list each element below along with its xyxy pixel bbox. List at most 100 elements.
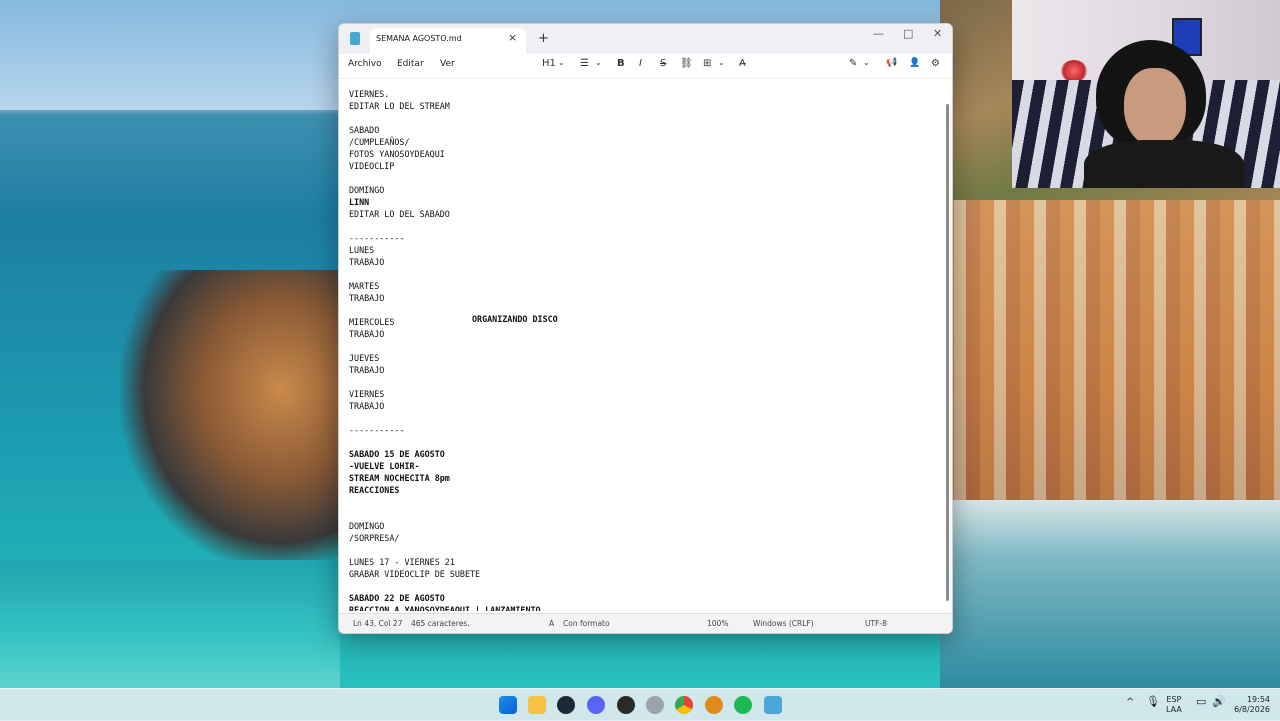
discord-icon[interactable] bbox=[587, 696, 605, 714]
chevron-down-icon[interactable]: ⌄ bbox=[558, 58, 565, 67]
network-icon[interactable]: ▭ bbox=[1196, 696, 1206, 707]
title-bar: SEMANA AGOSTO.md × + — □ ✕ bbox=[339, 24, 952, 54]
editor-line: TRABAJO bbox=[349, 293, 385, 303]
account-icon[interactable]: 👤 bbox=[909, 58, 920, 68]
table-icon[interactable]: ⊞ bbox=[703, 58, 711, 69]
editor-line: SABADO bbox=[349, 125, 380, 135]
format-mode-icon: A bbox=[549, 619, 555, 628]
side-note: ORGANIZANDO DISCO bbox=[472, 314, 558, 324]
editor-line: EDITAR LO DEL STREAM bbox=[349, 101, 450, 111]
chrome-icon[interactable] bbox=[675, 696, 693, 714]
copilot-icon[interactable]: ✎ bbox=[849, 58, 857, 69]
volume-icon[interactable]: 🔊 bbox=[1212, 696, 1226, 707]
link-icon[interactable]: ⛓ bbox=[680, 58, 693, 69]
encoding[interactable]: UTF-8 bbox=[865, 619, 887, 628]
spotify-icon[interactable] bbox=[734, 696, 752, 714]
editor-line: MIERCOLES bbox=[349, 317, 395, 327]
bold-button[interactable]: B bbox=[617, 58, 625, 69]
editor-line: TRABAJO bbox=[349, 401, 385, 411]
format-mode[interactable]: Con formato bbox=[563, 619, 610, 628]
vertical-scrollbar[interactable] bbox=[946, 104, 949, 601]
editor-line: TRABAJO bbox=[349, 365, 385, 375]
status-bar: Ln 43, Col 27 465 caracteres. A Con form… bbox=[339, 613, 952, 633]
menu-view[interactable]: Ver bbox=[440, 59, 455, 69]
editor-line: /CUMPLEAÑOS/ bbox=[349, 137, 410, 147]
webcam-red-light bbox=[1060, 60, 1088, 82]
new-tab-button[interactable]: + bbox=[538, 31, 549, 46]
editor-line: MARTES bbox=[349, 281, 380, 291]
editor-line: JUEVES bbox=[349, 353, 380, 363]
notepad-icon[interactable] bbox=[764, 696, 782, 714]
notepad-window: SEMANA AGOSTO.md × + — □ ✕ Archivo Edita… bbox=[338, 23, 953, 634]
editor-line: /SORPRESA/ bbox=[349, 533, 400, 543]
steam-icon[interactable] bbox=[557, 696, 575, 714]
wallpaper-sea-left bbox=[0, 560, 340, 690]
editor-line: LINN bbox=[349, 197, 370, 207]
browser-icon[interactable] bbox=[705, 696, 723, 714]
keyboard-layout: LAA bbox=[1166, 705, 1182, 714]
italic-button[interactable]: I bbox=[639, 58, 642, 69]
wallpaper-coast-left bbox=[120, 270, 350, 570]
editor-line: REACCIONES bbox=[349, 485, 400, 495]
language-indicator[interactable]: ESP LAA bbox=[1166, 695, 1182, 715]
chevron-down-icon[interactable]: ⌄ bbox=[718, 58, 725, 67]
menu-bar: Archivo Editar Ver H1 ⌄ ☰ ⌄ B I S ⛓ ⊞ ⌄ … bbox=[339, 54, 952, 79]
text-editor[interactable]: ORGANIZANDO DISCO VIERNES. EDITAR LO DEL … bbox=[339, 79, 945, 611]
notepad-app-icon bbox=[350, 32, 360, 45]
wallpaper-sea-right bbox=[940, 500, 1280, 690]
webcam-overlay bbox=[1012, 0, 1280, 188]
zoom-level[interactable]: 100% bbox=[707, 619, 728, 628]
heading-dropdown[interactable]: H1 bbox=[542, 58, 556, 69]
maximize-button[interactable]: □ bbox=[903, 27, 913, 40]
menu-file[interactable]: Archivo bbox=[348, 59, 382, 69]
editor-line: VIERNES. bbox=[349, 89, 390, 99]
clock-time: 19:54 bbox=[1246, 695, 1270, 704]
editor-line: ----------- bbox=[349, 425, 405, 435]
webcam-person-face bbox=[1124, 68, 1186, 146]
menu-edit[interactable]: Editar bbox=[397, 59, 424, 69]
editor-line: STREAM NOCHECITA 8pm bbox=[349, 473, 450, 483]
announcement-icon[interactable]: 📢 bbox=[886, 58, 897, 68]
editor-line: FOTOS YANOSOYDEAQUI bbox=[349, 149, 445, 159]
cursor-position: Ln 43, Col 27 bbox=[353, 619, 403, 628]
file-explorer-icon[interactable] bbox=[528, 696, 546, 714]
strikethrough-button[interactable]: S bbox=[660, 58, 666, 69]
close-tab-icon[interactable]: × bbox=[508, 31, 517, 44]
editor-line: DOMINGO bbox=[349, 521, 385, 531]
taskbar: ^ 🎙 ESP LAA ▭ 🔊 19:54 6/8/2026 bbox=[0, 688, 1280, 721]
editor-line: LUNES 17 - VIERNES 21 bbox=[349, 557, 455, 567]
settings-icon[interactable]: ⚙ bbox=[931, 58, 940, 69]
start-icon[interactable] bbox=[499, 696, 517, 714]
character-count: 465 caracteres. bbox=[411, 619, 470, 628]
language-code: ESP bbox=[1166, 695, 1182, 704]
list-icon[interactable]: ☰ bbox=[580, 58, 589, 69]
clock[interactable]: 19:54 6/8/2026 bbox=[1228, 695, 1270, 715]
editor-line: LUNES bbox=[349, 245, 375, 255]
editor-line: SABADO 22 DE AGOSTO bbox=[349, 593, 445, 603]
close-window-button[interactable]: ✕ bbox=[933, 27, 942, 40]
minimize-button[interactable]: — bbox=[873, 27, 884, 40]
editor-line: DOMINGO bbox=[349, 185, 385, 195]
editor-line: TRABAJO bbox=[349, 257, 385, 267]
editor-line: SABADO 15 DE AGOSTO bbox=[349, 449, 445, 459]
editor-line: GRABAR VIDEOCLIP DE SUBETE bbox=[349, 569, 481, 579]
wallpaper-town-right bbox=[940, 200, 1280, 510]
editor-line: -VUELVE LOHIR- bbox=[349, 461, 420, 471]
editor-line: VIDEOCLIP bbox=[349, 161, 395, 171]
tab-title: SEMANA AGOSTO.md bbox=[376, 34, 462, 43]
editor-line: TRABAJO bbox=[349, 329, 385, 339]
webcam-person-body bbox=[1084, 140, 1244, 188]
microphone-icon[interactable]: 🎙 bbox=[1146, 696, 1160, 707]
editor-line: REACCION A YANOSOYDEAQUI | LANZAMIENTO bbox=[349, 605, 541, 611]
clear-formatting-icon[interactable]: A̶ bbox=[739, 58, 746, 69]
app-icon[interactable] bbox=[646, 696, 664, 714]
editor-line: EDITAR LO DEL SABADO bbox=[349, 209, 450, 219]
obs-icon[interactable] bbox=[617, 696, 635, 714]
editor-line: ----------- bbox=[349, 233, 405, 243]
line-endings[interactable]: Windows (CRLF) bbox=[753, 619, 814, 628]
chevron-down-icon[interactable]: ⌄ bbox=[595, 58, 602, 67]
chevron-down-icon[interactable]: ⌄ bbox=[863, 58, 870, 67]
chevron-up-icon[interactable]: ^ bbox=[1126, 698, 1134, 708]
document-tab[interactable]: SEMANA AGOSTO.md × bbox=[370, 28, 526, 54]
editor-line: VIERNES bbox=[349, 389, 385, 399]
